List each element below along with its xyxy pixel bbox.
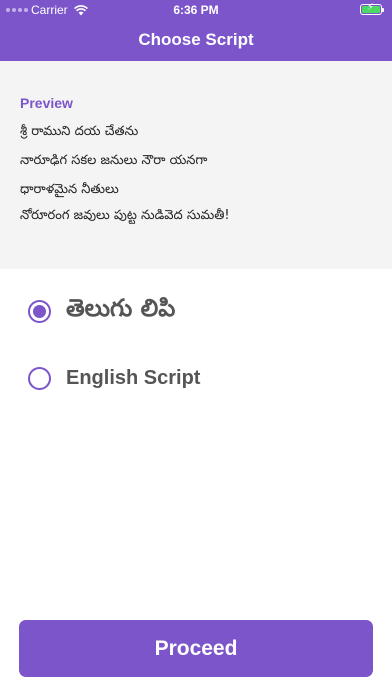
poem-line: శ్రీ రాముని దయ చేతను xyxy=(20,124,139,139)
radio-unselected-icon[interactable] xyxy=(28,366,51,390)
proceed-button[interactable]: Proceed xyxy=(19,620,373,677)
status-bar: Carrier 6:36 PM ⚡ xyxy=(0,0,392,20)
option-telugu-script[interactable]: తెలుగు లిపి xyxy=(28,294,176,326)
option-label: English Script xyxy=(66,366,201,389)
page-title: Choose Script xyxy=(138,30,254,49)
poem-line: ధారాళమైన నీతులు xyxy=(20,182,119,197)
battery-charging-icon: ⚡ xyxy=(360,2,384,15)
preview-panel: Preview శ్రీ రాముని దయ చేతను నారూఢిగ సకల… xyxy=(0,61,392,269)
status-time: 6:36 PM xyxy=(173,3,219,17)
option-label: తెలుగు లిపి xyxy=(66,294,176,322)
preview-title: Preview xyxy=(20,95,73,111)
poem-line: నారూఢిగ సకల జనులు నౌరా యనగా xyxy=(20,153,208,168)
option-english-script[interactable]: English Script xyxy=(28,363,200,393)
poem-line: నోరూరంగ జవులు పుట్ట నుడివెద సుమతీ! xyxy=(20,208,230,223)
radio-selected-icon[interactable] xyxy=(28,299,51,323)
header: Carrier 6:36 PM ⚡ Choose Script xyxy=(0,0,392,61)
